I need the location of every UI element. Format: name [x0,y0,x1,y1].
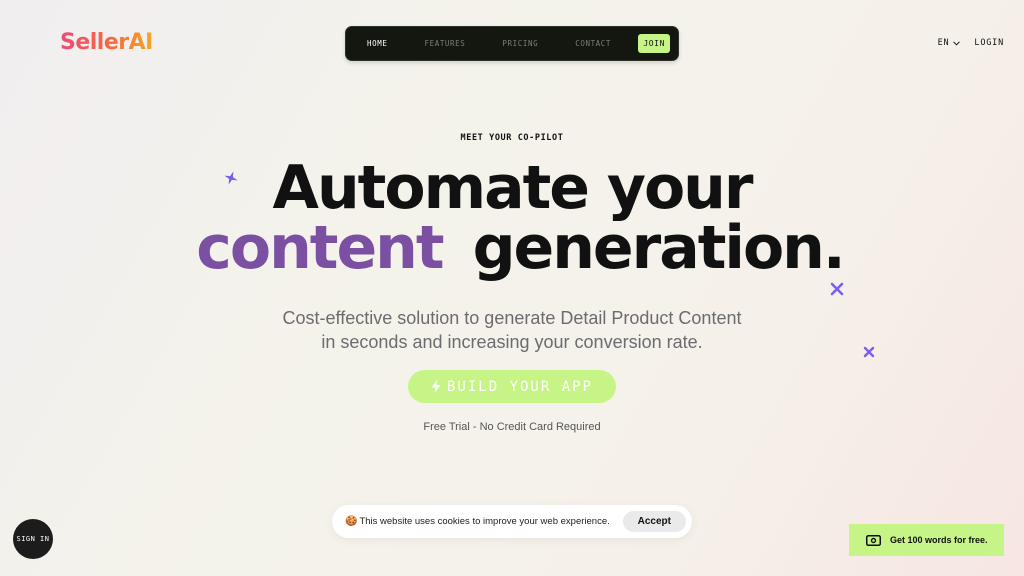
language-label: EN [937,38,950,48]
hero-eyebrow: MEET YOUR CO-PILOT [460,133,564,143]
accept-cookies-button[interactable]: Accept [622,511,686,532]
cookie-icon: 🍪 [345,516,358,527]
nav-contact[interactable]: CONTACT [575,39,611,48]
lightning-icon [431,380,441,393]
language-selector[interactable]: EN [938,38,961,48]
nav-home[interactable]: HOME [367,39,387,48]
nav-pricing[interactable]: PRICING [502,39,538,48]
brand-logo[interactable]: SellerAI [60,30,153,55]
sparkle-icon [224,171,238,185]
cookie-banner: 🍪 This website uses cookies to improve y… [332,505,692,538]
nav-features[interactable]: FEATURES [424,39,465,48]
free-words-promo[interactable]: Get 100 words for free. [849,524,1004,556]
build-your-app-button[interactable]: BUILD YOUR APP [408,370,616,403]
cross-sparkle-icon [830,282,844,296]
main-nav: HOME FEATURES PRICING CONTACT JOIN [345,26,679,61]
chevron-down-icon [953,40,961,46]
hero-title-line1: Automate your [272,153,754,223]
promo-text: Get 100 words for free. [890,535,988,545]
sign-in-button[interactable]: SIGN IN [13,519,53,559]
hero-title-highlight: content [196,213,444,283]
cta-label: BUILD YOUR APP [446,378,593,395]
hero-title-rest: generation. [472,213,846,283]
free-trial-note: Free Trial - No Credit Card Required [423,421,601,433]
header-actions: EN LOGIN [938,38,1004,48]
hero-subtitle-line1: Cost-effective solution to generate Deta… [282,308,742,328]
hero-title-line2: content generation. [8,218,1024,278]
join-button[interactable]: JOIN [638,34,670,53]
login-link[interactable]: LOGIN [974,38,1004,48]
hero-subtitle-line2: in seconds and increasing your conversio… [321,332,703,352]
money-icon [866,534,881,546]
cookie-text: This website uses cookies to improve you… [359,516,610,527]
